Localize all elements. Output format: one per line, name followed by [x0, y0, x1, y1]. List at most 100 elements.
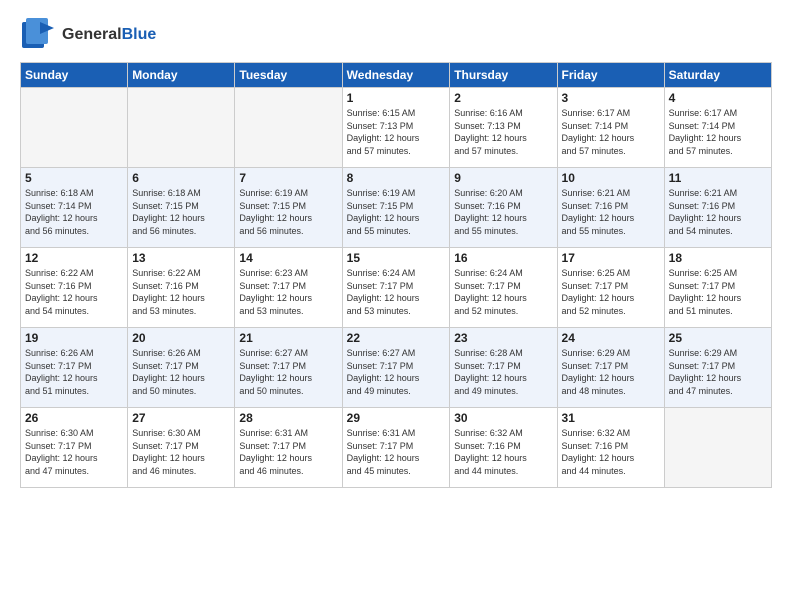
calendar-cell: 23 Sunrise: 6:28 AM Sunset: 7:17 PM Dayli… — [450, 328, 557, 408]
calendar-cell: 15Sunrise: 6:24 AM Sunset: 7:17 PM Dayli… — [342, 248, 450, 328]
col-header-saturday: Saturday — [664, 63, 771, 88]
day-number: 17 — [562, 251, 660, 265]
day-info: Sunrise: 6:18 AM Sunset: 7:14 PM Dayligh… — [25, 187, 123, 237]
col-header-sunday: Sunday — [21, 63, 128, 88]
day-info: Sunrise: 6:19 AM Sunset: 7:15 PM Dayligh… — [347, 187, 446, 237]
day-number: 13 — [132, 251, 230, 265]
day-info: Sunrise: 6:28 AM Sunset: 7:17 PM Dayligh… — [454, 347, 552, 397]
day-info: Sunrise: 6:19 AM Sunset: 7:15 PM Dayligh… — [239, 187, 337, 237]
day-number: 20 — [132, 331, 230, 345]
day-info: Sunrise: 6:31 AM Sunset: 7:17 PM Dayligh… — [347, 427, 446, 477]
day-number: 3 — [562, 91, 660, 105]
day-number: 14 — [239, 251, 337, 265]
day-info: Sunrise: 6:16 AM Sunset: 7:13 PM Dayligh… — [454, 107, 552, 157]
calendar-cell: 11Sunrise: 6:21 AM Sunset: 7:16 PM Dayli… — [664, 168, 771, 248]
calendar-cell: 14 Sunrise: 6:23 AM Sunset: 7:17 PM Dayli… — [235, 248, 342, 328]
day-info: Sunrise: 6:29 AM Sunset: 7:17 PM Dayligh… — [669, 347, 767, 397]
day-number: 19 — [25, 331, 123, 345]
day-number: 23 — [454, 331, 552, 345]
day-info: Sunrise: 6:32 AM Sunset: 7:16 PM Dayligh… — [454, 427, 552, 477]
calendar-cell: 13Sunrise: 6:22 AM Sunset: 7:16 PM Dayli… — [128, 248, 235, 328]
day-info: Sunrise: 6:21 AM Sunset: 7:16 PM Dayligh… — [669, 187, 767, 237]
calendar-cell: 25 Sunrise: 6:29 AM Sunset: 7:17 PM Dayli… — [664, 328, 771, 408]
calendar-cell — [235, 88, 342, 168]
day-info: Sunrise: 6:26 AM Sunset: 7:17 PM Dayligh… — [25, 347, 123, 397]
day-number: 4 — [669, 91, 767, 105]
calendar-cell: 7 Sunrise: 6:19 AM Sunset: 7:15 PM Daylig… — [235, 168, 342, 248]
calendar-cell: 29 Sunrise: 6:31 AM Sunset: 7:17 PM Dayli… — [342, 408, 450, 488]
page: GeneralBlue SundayMondayTuesdayWednesday… — [0, 0, 792, 612]
day-number: 5 — [25, 171, 123, 185]
calendar-cell: 16 Sunrise: 6:24 AM Sunset: 7:17 PM Dayli… — [450, 248, 557, 328]
calendar-cell: 12Sunrise: 6:22 AM Sunset: 7:16 PM Dayli… — [21, 248, 128, 328]
day-number: 31 — [562, 411, 660, 425]
day-info: Sunrise: 6:21 AM Sunset: 7:16 PM Dayligh… — [562, 187, 660, 237]
col-header-tuesday: Tuesday — [235, 63, 342, 88]
calendar-cell: 26 Sunrise: 6:30 AM Sunset: 7:17 PM Dayli… — [21, 408, 128, 488]
calendar-week-row: 12Sunrise: 6:22 AM Sunset: 7:16 PM Dayli… — [21, 248, 772, 328]
calendar-header-row: SundayMondayTuesdayWednesdayThursdayFrid… — [21, 63, 772, 88]
day-info: Sunrise: 6:18 AM Sunset: 7:15 PM Dayligh… — [132, 187, 230, 237]
calendar-week-row: 5 Sunrise: 6:18 AM Sunset: 7:14 PM Daylig… — [21, 168, 772, 248]
day-info: Sunrise: 6:15 AM Sunset: 7:13 PM Dayligh… — [347, 107, 446, 157]
calendar-cell: 27Sunrise: 6:30 AM Sunset: 7:17 PM Dayli… — [128, 408, 235, 488]
day-number: 2 — [454, 91, 552, 105]
day-info: Sunrise: 6:27 AM Sunset: 7:17 PM Dayligh… — [239, 347, 337, 397]
day-number: 10 — [562, 171, 660, 185]
day-info: Sunrise: 6:30 AM Sunset: 7:17 PM Dayligh… — [25, 427, 123, 477]
day-number: 24 — [562, 331, 660, 345]
calendar-cell: 2 Sunrise: 6:16 AM Sunset: 7:13 PM Daylig… — [450, 88, 557, 168]
header: GeneralBlue — [20, 16, 772, 54]
day-info: Sunrise: 6:25 AM Sunset: 7:17 PM Dayligh… — [669, 267, 767, 317]
day-number: 26 — [25, 411, 123, 425]
day-info: Sunrise: 6:24 AM Sunset: 7:17 PM Dayligh… — [347, 267, 446, 317]
day-number: 30 — [454, 411, 552, 425]
calendar-cell: 3 Sunrise: 6:17 AM Sunset: 7:14 PM Daylig… — [557, 88, 664, 168]
day-info: Sunrise: 6:20 AM Sunset: 7:16 PM Dayligh… — [454, 187, 552, 237]
logo-icon — [20, 16, 58, 54]
calendar-week-row: 1 Sunrise: 6:15 AM Sunset: 7:13 PM Daylig… — [21, 88, 772, 168]
day-info: Sunrise: 6:30 AM Sunset: 7:17 PM Dayligh… — [132, 427, 230, 477]
day-number: 9 — [454, 171, 552, 185]
day-number: 6 — [132, 171, 230, 185]
day-info: Sunrise: 6:27 AM Sunset: 7:17 PM Dayligh… — [347, 347, 446, 397]
day-info: Sunrise: 6:32 AM Sunset: 7:16 PM Dayligh… — [562, 427, 660, 477]
calendar-cell — [664, 408, 771, 488]
day-info: Sunrise: 6:23 AM Sunset: 7:17 PM Dayligh… — [239, 267, 337, 317]
calendar-cell: 4 Sunrise: 6:17 AM Sunset: 7:14 PM Daylig… — [664, 88, 771, 168]
calendar-cell: 18Sunrise: 6:25 AM Sunset: 7:17 PM Dayli… — [664, 248, 771, 328]
day-info: Sunrise: 6:31 AM Sunset: 7:17 PM Dayligh… — [239, 427, 337, 477]
calendar-week-row: 26 Sunrise: 6:30 AM Sunset: 7:17 PM Dayli… — [21, 408, 772, 488]
calendar-cell: 22Sunrise: 6:27 AM Sunset: 7:17 PM Dayli… — [342, 328, 450, 408]
calendar-cell — [128, 88, 235, 168]
logo: GeneralBlue — [20, 16, 156, 54]
calendar-cell: 30 Sunrise: 6:32 AM Sunset: 7:16 PM Dayli… — [450, 408, 557, 488]
calendar-cell: 17Sunrise: 6:25 AM Sunset: 7:17 PM Dayli… — [557, 248, 664, 328]
calendar-cell: 1 Sunrise: 6:15 AM Sunset: 7:13 PM Daylig… — [342, 88, 450, 168]
day-number: 16 — [454, 251, 552, 265]
day-number: 25 — [669, 331, 767, 345]
calendar-cell: 6 Sunrise: 6:18 AM Sunset: 7:15 PM Daylig… — [128, 168, 235, 248]
day-number: 28 — [239, 411, 337, 425]
calendar-cell: 8 Sunrise: 6:19 AM Sunset: 7:15 PM Daylig… — [342, 168, 450, 248]
calendar-cell — [21, 88, 128, 168]
day-number: 1 — [347, 91, 446, 105]
calendar-cell: 5 Sunrise: 6:18 AM Sunset: 7:14 PM Daylig… — [21, 168, 128, 248]
calendar: SundayMondayTuesdayWednesdayThursdayFrid… — [20, 62, 772, 488]
logo-general: GeneralBlue — [62, 26, 156, 44]
col-header-friday: Friday — [557, 63, 664, 88]
day-info: Sunrise: 6:22 AM Sunset: 7:16 PM Dayligh… — [25, 267, 123, 317]
day-info: Sunrise: 6:17 AM Sunset: 7:14 PM Dayligh… — [562, 107, 660, 157]
calendar-cell: 9 Sunrise: 6:20 AM Sunset: 7:16 PM Daylig… — [450, 168, 557, 248]
day-number: 8 — [347, 171, 446, 185]
calendar-cell: 28 Sunrise: 6:31 AM Sunset: 7:17 PM Dayli… — [235, 408, 342, 488]
day-info: Sunrise: 6:17 AM Sunset: 7:14 PM Dayligh… — [669, 107, 767, 157]
day-number: 7 — [239, 171, 337, 185]
calendar-cell: 20Sunrise: 6:26 AM Sunset: 7:17 PM Dayli… — [128, 328, 235, 408]
day-number: 21 — [239, 331, 337, 345]
calendar-cell: 24Sunrise: 6:29 AM Sunset: 7:17 PM Dayli… — [557, 328, 664, 408]
day-info: Sunrise: 6:24 AM Sunset: 7:17 PM Dayligh… — [454, 267, 552, 317]
col-header-thursday: Thursday — [450, 63, 557, 88]
day-number: 29 — [347, 411, 446, 425]
calendar-cell: 21 Sunrise: 6:27 AM Sunset: 7:17 PM Dayli… — [235, 328, 342, 408]
